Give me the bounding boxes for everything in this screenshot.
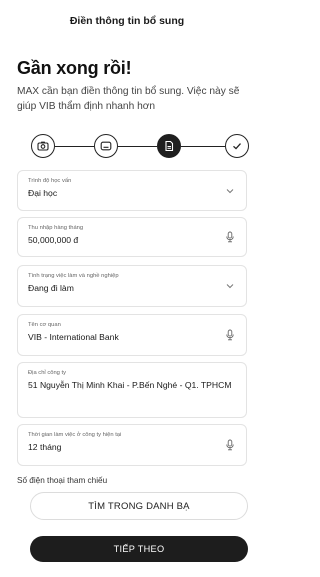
income-field[interactable]: Thu nhập hàng tháng 50,000,000 đ	[17, 217, 247, 257]
income-label: Thu nhập hàng tháng	[28, 225, 84, 231]
next-button[interactable]: TIẾP THEO	[30, 536, 248, 562]
employment-value: Đang đi làm	[28, 283, 74, 293]
income-value: 50,000,000 đ	[28, 235, 79, 245]
employer-label: Tên cơ quan	[28, 322, 61, 328]
search-contacts-button[interactable]: TÌM TRONG DANH BẠ	[30, 492, 248, 520]
intro-description: MAX cần bạn điền thông tin bổ sung. Việc…	[17, 86, 240, 112]
screen: Điền thông tin bổ sung Gần xong rồi! MAX…	[0, 0, 254, 577]
address-field[interactable]: Địa chỉ công ty 51 Nguyễn Thị Minh Khai …	[17, 362, 247, 418]
page-title: Điền thông tin bổ sung	[69, 15, 185, 27]
step-camera[interactable]	[31, 134, 55, 158]
document-icon	[165, 140, 174, 152]
header: Điền thông tin bổ sung	[0, 0, 254, 42]
education-select[interactable]: Trình độ học vấn Đại học	[17, 170, 247, 211]
reference-phone-label: Số điện thoại tham chiếu	[17, 476, 108, 485]
chevron-down-icon[interactable]	[223, 184, 237, 198]
tenure-value: 12 tháng	[28, 442, 62, 452]
id-card-icon	[100, 141, 112, 151]
step-connector	[55, 145, 94, 147]
camera-icon	[37, 141, 49, 151]
microphone-icon[interactable]	[223, 328, 237, 342]
education-value: Đại học	[28, 188, 58, 198]
employment-label: Tình trạng việc làm và nghề nghiệp	[28, 273, 119, 279]
education-label: Trình độ học vấn	[28, 178, 72, 184]
microphone-icon[interactable]	[223, 438, 237, 452]
step-connector	[118, 145, 157, 147]
progress-stepper	[31, 134, 249, 158]
headline: Gần xong rồi!	[17, 58, 132, 78]
address-label: Địa chỉ công ty	[28, 370, 67, 376]
employer-value: VIB - International Bank	[28, 332, 119, 342]
tenure-label: Thời gian làm việc ở công ty hiện tại	[28, 432, 122, 438]
step-confirm[interactable]	[225, 134, 249, 158]
check-icon	[233, 143, 241, 150]
tenure-field[interactable]: Thời gian làm việc ở công ty hiện tại 12…	[17, 424, 247, 466]
address-value: 51 Nguyễn Thị Minh Khai - P.Bến Nghé - Q…	[28, 380, 232, 390]
employer-field[interactable]: Tên cơ quan VIB - International Bank	[17, 314, 247, 356]
microphone-icon[interactable]	[223, 230, 237, 244]
employment-select[interactable]: Tình trạng việc làm và nghề nghiệp Đang …	[17, 265, 247, 307]
step-id-card[interactable]	[94, 134, 118, 158]
step-connector	[181, 145, 225, 147]
chevron-down-icon[interactable]	[223, 279, 237, 293]
step-document[interactable]	[157, 134, 181, 158]
